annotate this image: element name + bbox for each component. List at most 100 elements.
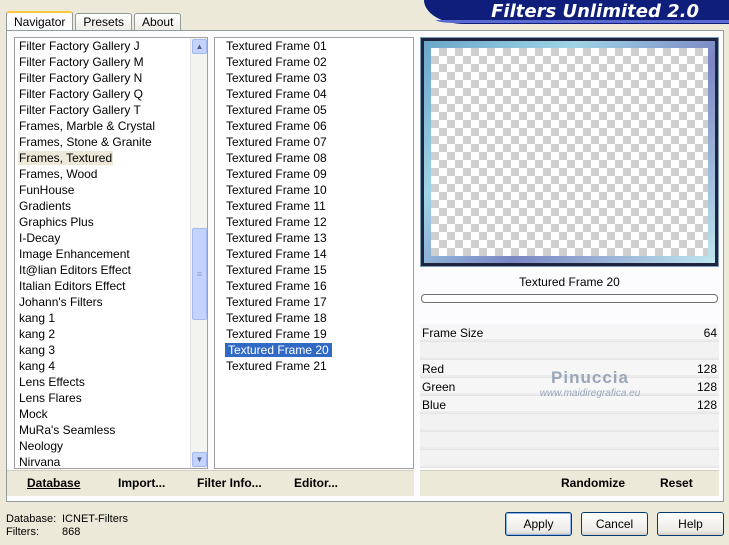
category-item[interactable]: Filter Factory Gallery T (15, 102, 191, 118)
filter-items: Textured Frame 01 Textured Frame 02 Textur… (224, 38, 332, 374)
category-item[interactable]: Neology (15, 438, 191, 454)
filter-item[interactable]: Textured Frame 10 (224, 182, 332, 198)
category-item[interactable]: Italian Editors Effect (15, 278, 191, 294)
category-item-label: kang 4 (19, 359, 56, 373)
filter-item[interactable]: Textured Frame 12 (224, 214, 332, 230)
slider-track[interactable] (420, 357, 719, 359)
category-item[interactable]: Image Enhancement (15, 246, 191, 262)
status-area: Database: ICNET-Filters Filters: 868 (6, 513, 128, 539)
category-item[interactable]: Frames, Stone & Granite (15, 134, 191, 150)
filter-item[interactable]: Textured Frame 05 (224, 102, 332, 118)
filter-item[interactable]: Textured Frame 08 (224, 150, 332, 166)
tab-navigator[interactable]: Navigator (6, 11, 74, 32)
category-item[interactable]: Graphics Plus (15, 214, 191, 230)
category-item[interactable]: Frames, Wood (15, 166, 191, 182)
randomize-button[interactable]: Randomize (561, 471, 625, 495)
apply-button[interactable]: Apply (505, 512, 572, 536)
database-button[interactable]: Database (27, 471, 80, 495)
filter-item[interactable]: Textured Frame 13 (224, 230, 332, 246)
category-item-label: Frames, Wood (19, 167, 98, 181)
category-item[interactable]: kang 1 (15, 310, 191, 326)
filter-item-label: Textured Frame 21 (226, 359, 327, 373)
parameter-slider[interactable]: Blue 128 (420, 396, 719, 414)
filter-item[interactable]: Textured Frame 21 (224, 358, 332, 374)
category-item[interactable]: Gradients (15, 198, 191, 214)
filters-count: 868 (62, 526, 81, 538)
tab-presets[interactable]: Presets (75, 13, 133, 31)
filter-item[interactable]: Textured Frame 17 (224, 294, 332, 310)
transparent-checkerboard (431, 48, 708, 256)
filter-item[interactable]: Textured Frame 03 (224, 70, 332, 86)
filter-item-label: Textured Frame 04 (226, 87, 327, 101)
cancel-button[interactable]: Cancel (581, 512, 648, 536)
preview-window[interactable] (420, 37, 719, 267)
category-item[interactable]: kang 2 (15, 326, 191, 342)
filter-item[interactable]: Textured Frame 16 (224, 278, 332, 294)
filter-item[interactable]: Textured Frame 19 (224, 326, 332, 342)
filter-item[interactable]: Textured Frame 02 (224, 54, 332, 70)
slider-track[interactable] (420, 465, 719, 467)
category-item[interactable]: Filter Factory Gallery M (15, 54, 191, 70)
slider-track[interactable] (420, 429, 719, 431)
import-button[interactable]: Import... (118, 471, 165, 495)
category-item-label: Neology (19, 439, 64, 453)
category-item[interactable]: FunHouse (15, 182, 191, 198)
filter-item[interactable]: Textured Frame 15 (224, 262, 332, 278)
category-item[interactable]: Lens Effects (15, 374, 191, 390)
category-item[interactable]: MuRa's Seamless (15, 422, 191, 438)
category-item[interactable]: Frames, Marble & Crystal (15, 118, 191, 134)
filter-list[interactable]: Textured Frame 01 Textured Frame 02 Textur… (214, 37, 414, 469)
filter-item[interactable]: Textured Frame 01 (224, 38, 332, 54)
filter-item[interactable]: Textured Frame 11 (224, 198, 332, 214)
slider-track[interactable] (420, 447, 719, 449)
category-scrollbar[interactable]: ▲ ≡ ▼ (190, 38, 207, 468)
category-item[interactable]: Nirvana (15, 454, 191, 468)
slider-track[interactable] (420, 393, 719, 395)
scroll-thumb[interactable]: ≡ (192, 228, 207, 320)
parameter-slider[interactable] (420, 450, 719, 468)
filter-item[interactable]: Textured Frame 18 (224, 310, 332, 326)
editor-button[interactable]: Editor... (294, 471, 338, 495)
slider-track[interactable] (420, 411, 719, 413)
category-item-label: I-Decay (19, 231, 61, 245)
category-item[interactable]: Filter Factory Gallery J (15, 38, 191, 54)
parameter-slider[interactable] (420, 414, 719, 432)
filter-item[interactable]: Textured Frame 14 (224, 246, 332, 262)
help-button[interactable]: Help (657, 512, 724, 536)
scroll-down-icon[interactable]: ▼ (192, 452, 207, 467)
scroll-up-icon[interactable]: ▲ (192, 39, 207, 54)
parameter-slider[interactable] (420, 342, 719, 360)
parameter-slider[interactable]: Frame Size 64 (420, 324, 719, 342)
reset-button[interactable]: Reset (660, 471, 693, 495)
filter-item-label: Textured Frame 19 (226, 327, 327, 341)
filter-item[interactable]: Textured Frame 04 (224, 86, 332, 102)
category-item[interactable]: kang 3 (15, 342, 191, 358)
tab-about[interactable]: About (134, 13, 182, 31)
category-item[interactable]: Mock (15, 406, 191, 422)
filter-item-label: Textured Frame 17 (226, 295, 327, 309)
filter-item[interactable]: Textured Frame 07 (224, 134, 332, 150)
category-item[interactable]: It@lian Editors Effect (15, 262, 191, 278)
category-item[interactable]: Johann's Filters (15, 294, 191, 310)
category-item[interactable]: I-Decay (15, 230, 191, 246)
category-item[interactable]: kang 4 (15, 358, 191, 374)
category-item[interactable]: Filter Factory Gallery Q (15, 86, 191, 102)
category-item-label: Filter Factory Gallery T (19, 103, 141, 117)
app-title: Filters Unlimited 2.0 (491, 1, 699, 22)
slider-track[interactable] (420, 339, 719, 341)
category-item[interactable]: Filter Factory Gallery N (15, 70, 191, 86)
preview-frame-border (424, 41, 715, 263)
filter-item[interactable]: Textured Frame 09 (224, 166, 332, 182)
slider-track[interactable] (420, 375, 719, 377)
category-item[interactable]: Frames, Textured (15, 150, 191, 166)
filter-info-button[interactable]: Filter Info... (197, 471, 262, 495)
filter-item[interactable]: Textured Frame 20 (224, 342, 332, 358)
filter-item[interactable]: Textured Frame 06 (224, 118, 332, 134)
database-label: Database: (6, 513, 57, 525)
filter-item-label: Textured Frame 11 (226, 199, 326, 213)
parameter-slider[interactable]: Green 128 (420, 378, 719, 396)
category-item[interactable]: Lens Flares (15, 390, 191, 406)
parameter-slider[interactable]: Red 128 (420, 360, 719, 378)
category-list[interactable]: Filter Factory Gallery J Filter Factory G… (14, 37, 208, 469)
parameter-slider[interactable] (420, 432, 719, 450)
